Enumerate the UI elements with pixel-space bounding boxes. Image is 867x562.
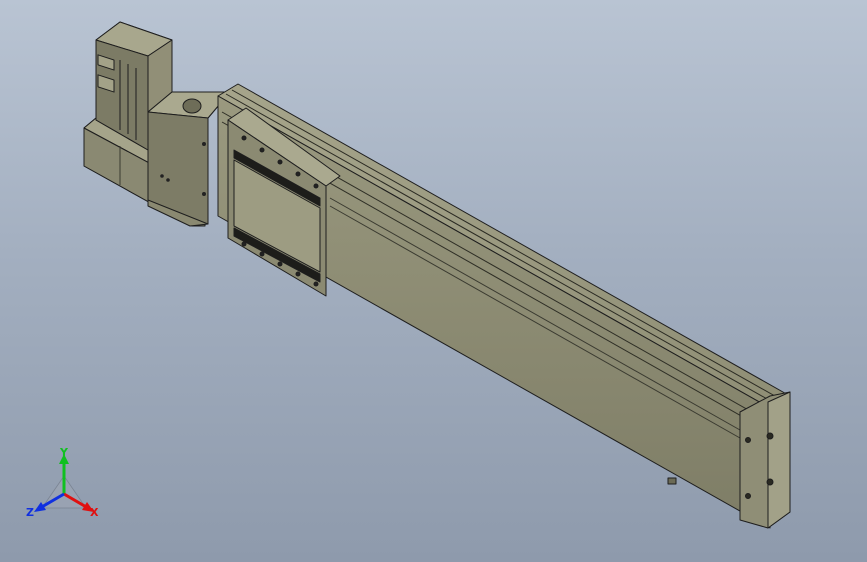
z-axis-label: Z	[26, 506, 34, 519]
x-axis-label: X	[90, 506, 99, 519]
linear-actuator-model[interactable]	[0, 0, 867, 562]
graphics-viewport[interactable]: Y X Z	[0, 0, 867, 562]
y-axis-label: Y	[59, 446, 69, 459]
axis-triad: Y X Z	[26, 446, 99, 519]
